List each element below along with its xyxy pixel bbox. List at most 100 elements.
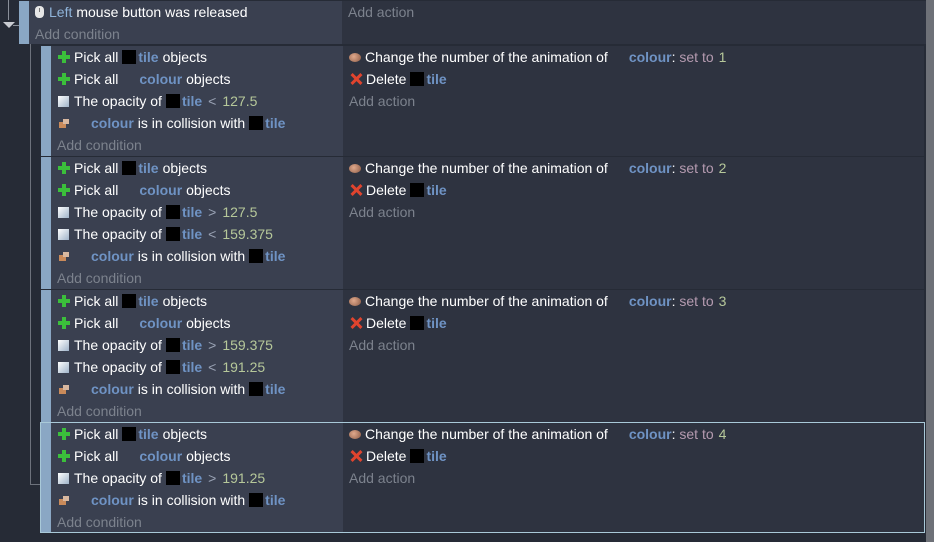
comparison-operator: < [208,93,217,109]
object-name: colour [91,248,134,264]
condition-text: objects [186,71,231,87]
condition-mouse-released[interactable]: Left mouse button was released [35,1,342,23]
object-name: tile [181,359,203,375]
conditions-panel[interactable]: Pick all tile objects Pick all colour objects… [51,46,343,156]
conditions-panel[interactable]: Pick all tile objects Pick all colour objects… [51,423,343,532]
actions-panel[interactable]: Change the number of the animation of col… [343,423,924,532]
object-thumbnail [122,427,137,441]
condition-opacity[interactable]: The opacity of tile >127.5 [57,201,343,223]
action-delete[interactable]: Delete tile [349,445,924,467]
condition-opacity[interactable]: The opacity of tile <127.5 [57,90,343,112]
delete-icon [349,72,363,86]
condition-text: Pick all [74,293,119,309]
sub-event[interactable]: Pick all tile objects Pick all colour objects… [41,46,924,156]
sub-event[interactable]: Pick all tile objects Pick all colour objects… [40,422,925,533]
opacity-icon [58,95,69,107]
condition-opacity[interactable]: The opacity of tile <191.25 [57,356,343,378]
action-change-animation[interactable]: Change the number of the animation of col… [349,157,924,179]
condition-collision[interactable]: colour is in collision with tile [57,489,343,511]
condition-collision[interactable]: colour is in collision with tile [57,378,343,400]
event-handle[interactable] [19,1,29,44]
target-object-name: tile [265,115,286,131]
animation-value: 4 [718,426,727,442]
actions-panel[interactable]: Change the number of the animation of col… [343,46,924,156]
sub-event[interactable]: Pick all tile objects Pick all colour objects… [41,290,924,422]
comparison-value: 127.5 [222,204,258,220]
condition-text: Pick all [74,426,119,442]
comparison-value: 159.375 [222,337,273,353]
actions-panel[interactable]: Change the number of the animation of col… [343,157,924,289]
tree-line [8,0,9,20]
condition-pick-all[interactable]: Pick all tile objects [57,423,343,445]
add-condition-link[interactable]: Add condition [57,134,343,155]
condition-pick-all[interactable]: Pick all colour objects [57,312,343,334]
object-thumbnail [249,249,264,263]
actions-panel[interactable]: Add action [342,1,926,44]
condition-pick-all[interactable]: Pick all tile objects [57,46,343,68]
action-change-animation[interactable]: Change the number of the animation of col… [349,290,924,312]
condition-pick-all[interactable]: Pick all colour objects [57,68,343,90]
object-name: colour [139,182,183,198]
action-change-animation[interactable]: Change the number of the animation of col… [349,423,924,445]
condition-pick-all[interactable]: Pick all tile objects [57,157,343,179]
comparison-operator: < [208,359,217,375]
condition-collision[interactable]: colour is in collision with tile [57,112,343,134]
event-handle[interactable] [41,46,51,156]
event-handle[interactable] [41,423,51,532]
add-condition-link[interactable]: Add condition [57,511,343,532]
conditions-panel[interactable]: Pick all tile objects Pick all colour objects… [51,290,343,422]
condition-pick-all[interactable]: Pick all colour objects [57,179,343,201]
conditions-panel[interactable]: Left mouse button was released Add condi… [29,1,342,44]
event-handle[interactable] [41,290,51,422]
scrollbar[interactable] [926,0,934,542]
condition-opacity[interactable]: The opacity of tile >159.375 [57,334,343,356]
event-top[interactable]: Left mouse button was released Add condi… [19,1,926,44]
add-action-link[interactable]: Add action [349,90,924,112]
action-text: Change the number of the animation of [365,426,608,442]
add-action-link[interactable]: Add action [349,201,924,223]
object-name: colour [91,115,134,131]
colon: : [671,426,680,442]
condition-pick-all[interactable]: Pick all colour objects [57,445,343,467]
condition-text: is in collision with [137,492,246,508]
comparison-value: 159.375 [222,226,273,242]
condition-opacity[interactable]: The opacity of tile <159.375 [57,223,343,245]
actions-panel[interactable]: Change the number of the animation of col… [343,290,924,422]
object-name: colour [139,71,183,87]
delete-icon [349,449,363,463]
condition-text: mouse button was released [76,4,248,20]
action-change-animation[interactable]: Change the number of the animation of col… [349,46,924,68]
object-name: tile [181,226,203,242]
event-handle[interactable] [41,157,51,289]
condition-text: objects [162,426,207,442]
add-action-link[interactable]: Add action [349,467,924,489]
condition-pick-all[interactable]: Pick all tile objects [57,290,343,312]
add-condition-link[interactable]: Add condition [57,267,343,288]
condition-text: The opacity of [74,204,162,220]
condition-text: The opacity of [74,359,162,375]
object-name: tile [181,470,203,486]
condition-text: The opacity of [74,93,162,109]
pick-all-icon [57,316,71,330]
object-thumbnail [410,72,425,86]
object-thumbnail [165,338,180,352]
condition-opacity[interactable]: The opacity of tile >191.25 [57,467,343,489]
action-delete[interactable]: Delete tile [349,312,924,334]
add-condition-link[interactable]: Add condition [35,23,342,44]
add-action-link[interactable]: Add action [348,1,926,23]
sub-event[interactable]: Pick all tile objects Pick all colour objects… [41,157,924,289]
set-to-label: set to [679,160,714,176]
condition-text: Pick all [74,160,119,176]
animation-icon [349,429,361,439]
condition-text: objects [186,182,231,198]
condition-collision[interactable]: colour is in collision with tile [57,245,343,267]
add-condition-link[interactable]: Add condition [57,400,343,421]
object-name: colour [139,315,183,331]
condition-text: Pick all [74,315,119,331]
animation-value: 2 [718,160,727,176]
conditions-panel[interactable]: Pick all tile objects Pick all colour objects… [51,157,343,289]
add-action-link[interactable]: Add action [349,334,924,356]
action-delete[interactable]: Delete tile [349,179,924,201]
condition-text: Pick all [74,71,119,87]
action-delete[interactable]: Delete tile [349,68,924,90]
